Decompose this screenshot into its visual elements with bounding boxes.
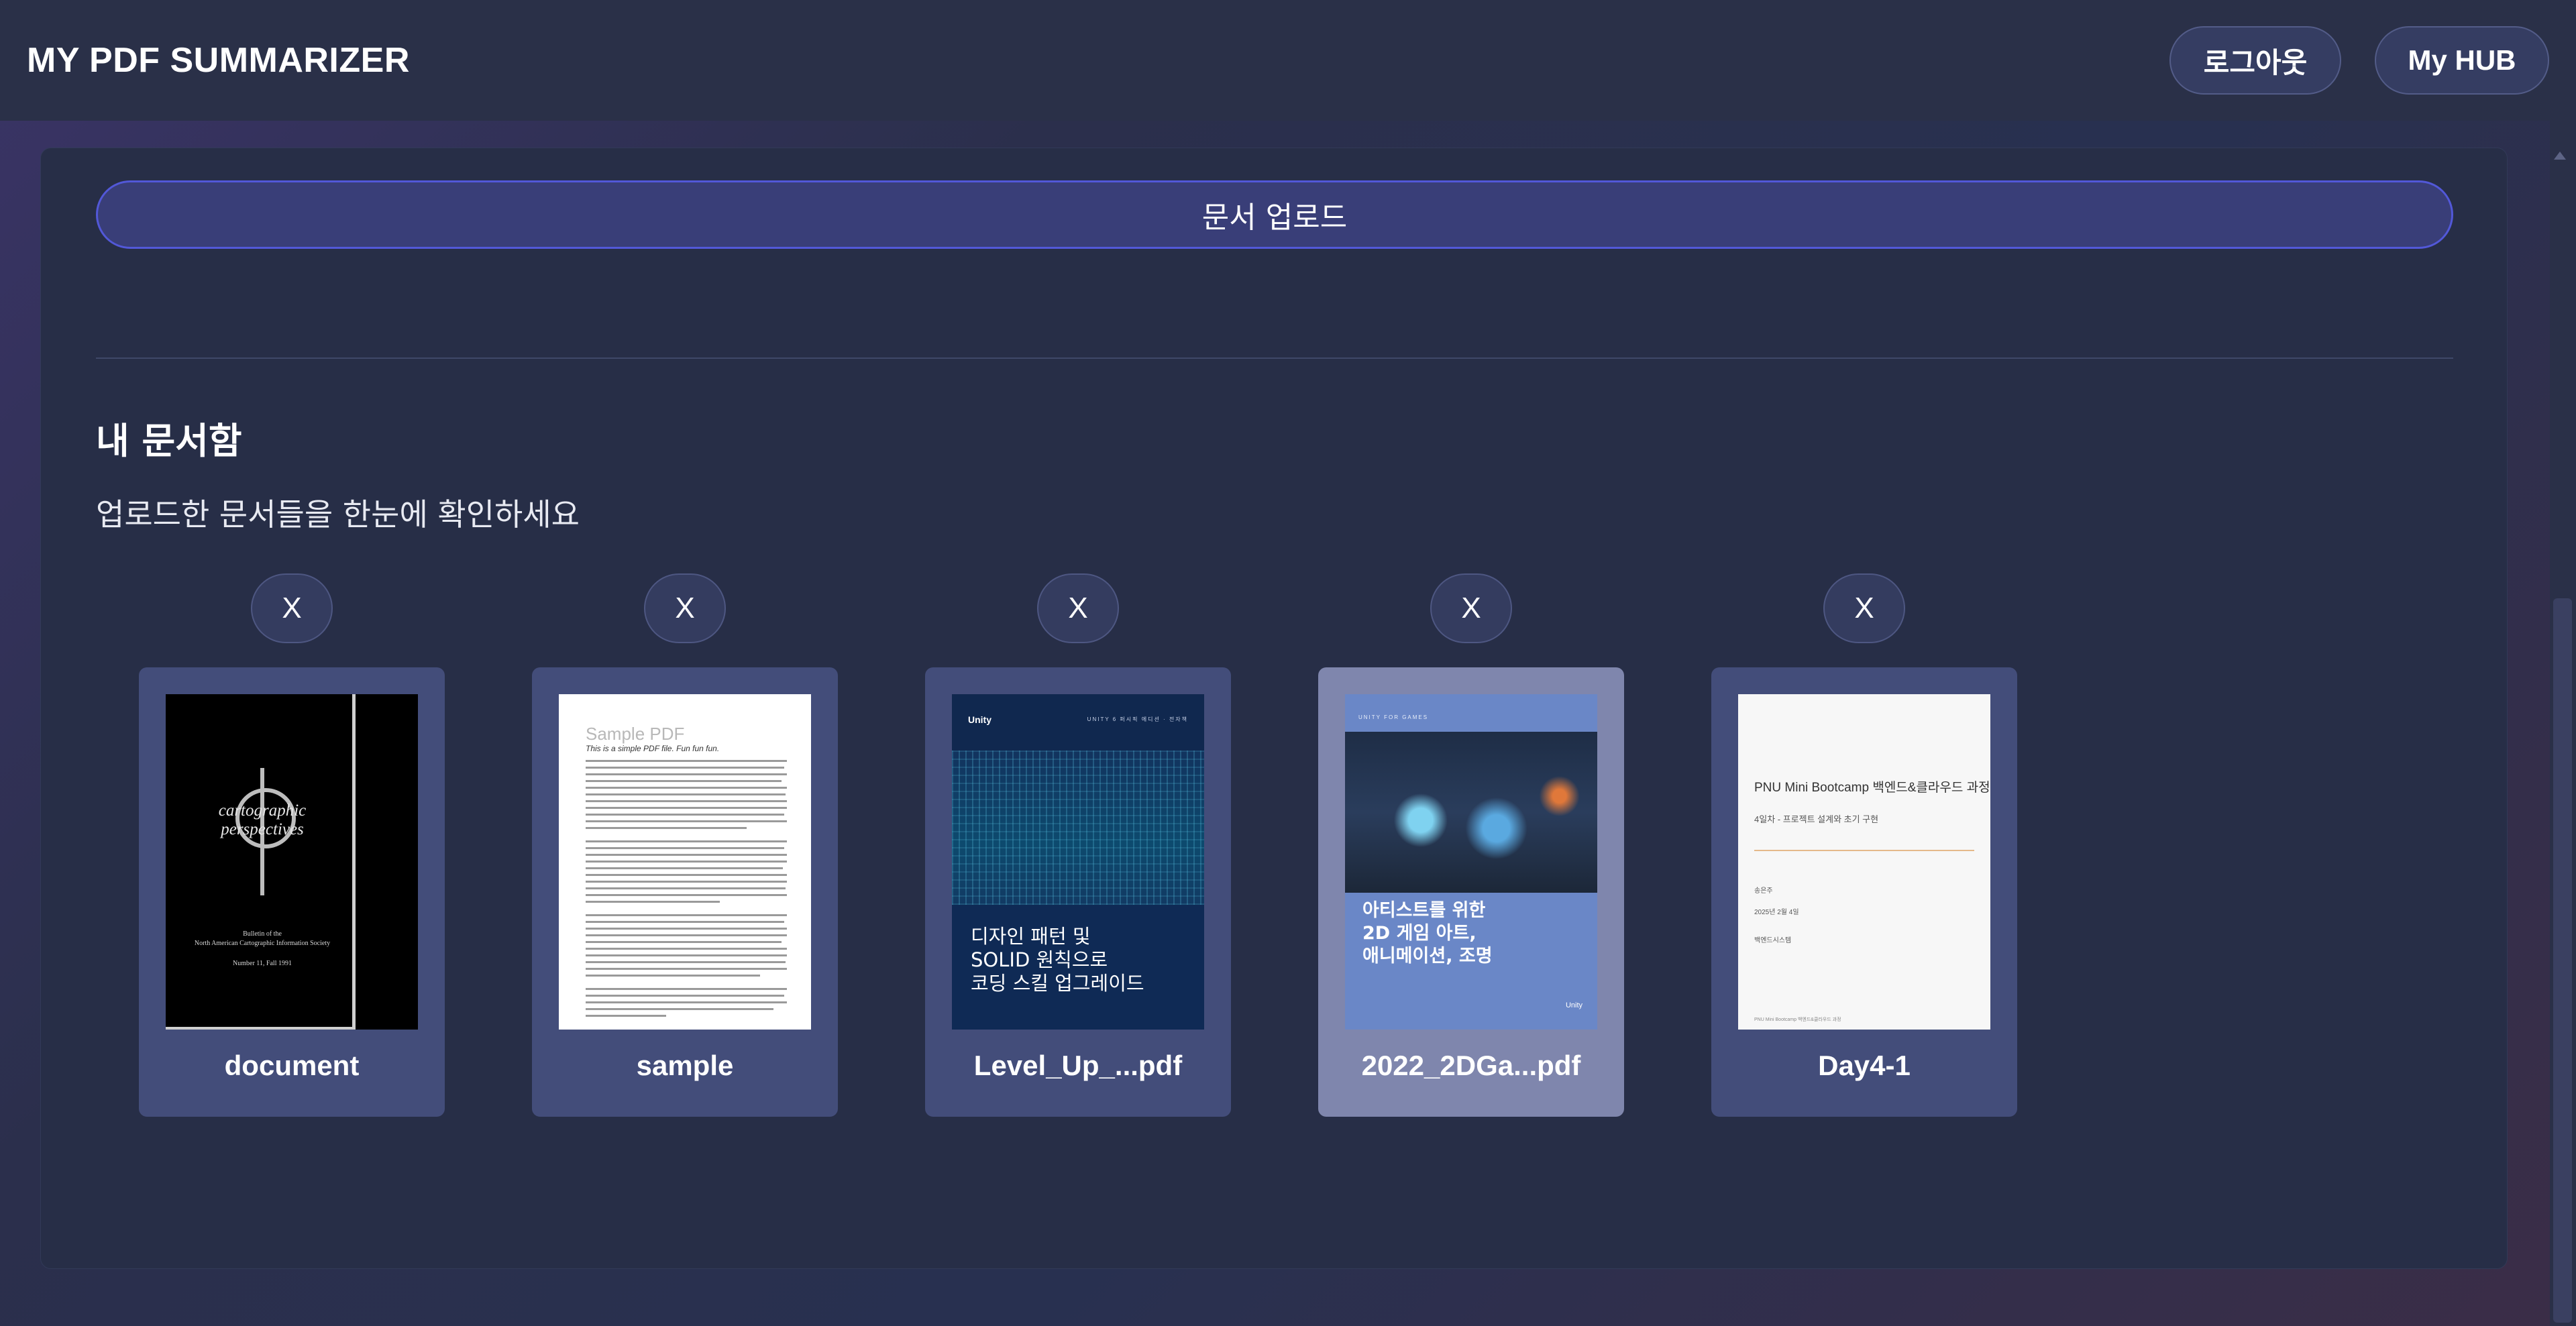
- thumbnail-meta: 백엔드시스템: [1754, 937, 1792, 944]
- text-line: [586, 914, 787, 916]
- text-line: [586, 934, 787, 936]
- unity-logo: Unity: [968, 714, 991, 725]
- document-thumbnail: Sample PDF This is a simple PDF file. Fu…: [559, 694, 811, 1030]
- text-line: [586, 827, 747, 829]
- thumbnail-artwork: [1345, 732, 1597, 893]
- delete-document-button[interactable]: X: [644, 573, 726, 643]
- text-line: [586, 814, 784, 816]
- text-line: [586, 773, 787, 775]
- document-name: sample: [636, 1050, 734, 1081]
- thumbnail-text: Number 11, Fall 1991: [233, 960, 292, 967]
- delete-document-button[interactable]: X: [1823, 573, 1905, 643]
- text-line: [586, 988, 787, 990]
- section-subtitle: 업로드한 문서들을 한눈에 확인하세요: [96, 496, 580, 533]
- text-line: [586, 941, 782, 943]
- thumbnail-subtitle: 4일차 - 프로젝트 설계와 초기 구현: [1754, 814, 1879, 824]
- thumbnail-title-line: 코딩 스킬 업그레이드: [971, 972, 1144, 995]
- thumbnail-title: PNU Mini Bootcamp 백엔드&클라우드 과정: [1754, 781, 1990, 795]
- document-thumbnail: UNITY FOR GAMES 아티스트를 위한 2D 게임 아트, 애니메이션…: [1345, 694, 1597, 1030]
- logout-button[interactable]: 로그아웃: [2169, 26, 2341, 95]
- thumbnail-title-line: 아티스트를 위한: [1362, 900, 1486, 921]
- thumbnail-title: cartographic perspectives: [218, 802, 307, 838]
- document-card[interactable]: Sample PDF This is a simple PDF file. Fu…: [532, 667, 838, 1117]
- text-line: [586, 954, 787, 956]
- thumbnail-header-text: UNITY 6 퍼시픽 에디션 · 전자책: [1087, 716, 1188, 722]
- scroll-up-arrow-icon[interactable]: [2554, 152, 2566, 160]
- text-line: [586, 800, 787, 802]
- text-line: [586, 793, 786, 795]
- document-name: Level_Up_...pdf: [973, 1050, 1183, 1081]
- text-line: [586, 1015, 666, 1017]
- main-panel: 문서 업로드 내 문서함 업로드한 문서들을 한눈에 확인하세요 X carto…: [40, 148, 2508, 1269]
- text-line: [586, 861, 787, 863]
- text-line: [586, 767, 784, 769]
- text-line: [586, 874, 787, 876]
- document-card[interactable]: PNU Mini Bootcamp 백엔드&클라우드 과정 4일차 - 프로젝트…: [1711, 667, 2017, 1117]
- document-name: document: [224, 1050, 360, 1081]
- text-line: [586, 961, 786, 963]
- thumbnail-artwork: [952, 751, 1204, 905]
- app-title: MY PDF SUMMARIZER: [27, 41, 410, 80]
- text-line: [586, 787, 787, 789]
- unity-logo: Unity: [1565, 1001, 1582, 1009]
- thumbnail-title-line: 애니메이션, 조명: [1362, 946, 1493, 966]
- thumbnail-meta: 2025년 2월 4일: [1754, 909, 1799, 916]
- delete-document-button[interactable]: X: [1430, 573, 1512, 643]
- thumbnail-text: Bulletin of the: [243, 930, 282, 938]
- text-line: [586, 1008, 773, 1010]
- thumbnail-footer: PNU Mini Bootcamp 백엔드&클라우드 과정: [1754, 1017, 1841, 1022]
- text-line: [586, 921, 784, 923]
- text-line: [586, 854, 787, 856]
- thumbnail-subtitle: This is a simple PDF file. Fun fun fun.: [586, 744, 720, 753]
- text-line: [586, 975, 760, 977]
- thumbnail-title-line: 2D 게임 아트,: [1362, 923, 1477, 944]
- thumbnail-title-line: SOLID 원칙으로: [971, 948, 1108, 971]
- thumbnail-header-text: UNITY FOR GAMES: [1358, 714, 1429, 720]
- document-card[interactable]: cartographic perspectives Bulletin of th…: [139, 667, 445, 1117]
- scrollbar-thumb[interactable]: [2553, 598, 2572, 1323]
- header-actions: 로그아웃 My HUB: [2169, 26, 2549, 95]
- text-line: [586, 881, 787, 883]
- thumbnail-title: 디자인 패턴 및 SOLID 원칙으로 코딩 스킬 업그레이드: [971, 925, 1144, 995]
- text-line: [586, 847, 784, 849]
- text-line: [586, 780, 782, 782]
- delete-document-button[interactable]: X: [251, 573, 333, 643]
- text-line: [586, 887, 786, 889]
- divider: [96, 357, 2453, 359]
- text-line: [586, 840, 787, 842]
- text-line: [586, 928, 787, 930]
- text-line: [586, 760, 787, 762]
- text-line: [586, 867, 783, 869]
- section-title: 내 문서함: [96, 420, 242, 462]
- thumbnail-header: [1345, 694, 1597, 732]
- text-line: [586, 968, 787, 970]
- text-line: [586, 948, 787, 950]
- thumbnail-title-line: 디자인 패턴 및: [971, 925, 1091, 948]
- document-card[interactable]: Unity UNITY 6 퍼시픽 에디션 · 전자책 디자인 패턴 및 SOL…: [925, 667, 1231, 1117]
- document-thumbnail: cartographic perspectives Bulletin of th…: [166, 694, 418, 1030]
- thumbnail-text: North American Cartographic Information …: [194, 940, 331, 947]
- document-card-selected[interactable]: UNITY FOR GAMES 아티스트를 위한 2D 게임 아트, 애니메이션…: [1318, 667, 1624, 1117]
- thumbnail-rule: [1754, 850, 1974, 851]
- upload-document-button[interactable]: 문서 업로드: [96, 180, 2453, 249]
- text-line: [586, 901, 720, 903]
- document-thumbnail: Unity UNITY 6 퍼시픽 에디션 · 전자책 디자인 패턴 및 SOL…: [952, 694, 1204, 1030]
- text-line: [586, 807, 787, 809]
- document-name: Day4-1: [1818, 1050, 1911, 1081]
- document-name: 2022_2DGa...pdf: [1361, 1050, 1581, 1081]
- text-line: [586, 1001, 787, 1003]
- thumbnail-title: 아티스트를 위한 2D 게임 아트, 애니메이션, 조명: [1362, 899, 1493, 968]
- document-thumbnail: PNU Mini Bootcamp 백엔드&클라우드 과정 4일차 - 프로젝트…: [1738, 694, 1990, 1030]
- delete-document-button[interactable]: X: [1037, 573, 1119, 643]
- text-line: [586, 894, 787, 896]
- app-header: MY PDF SUMMARIZER 로그아웃 My HUB: [0, 0, 2576, 121]
- thumbnail-title: Sample PDF: [586, 724, 685, 744]
- text-line: [586, 820, 787, 822]
- text-line: [586, 995, 784, 997]
- thumbnail-meta: 송은주: [1754, 887, 1773, 895]
- my-hub-button[interactable]: My HUB: [2375, 26, 2549, 95]
